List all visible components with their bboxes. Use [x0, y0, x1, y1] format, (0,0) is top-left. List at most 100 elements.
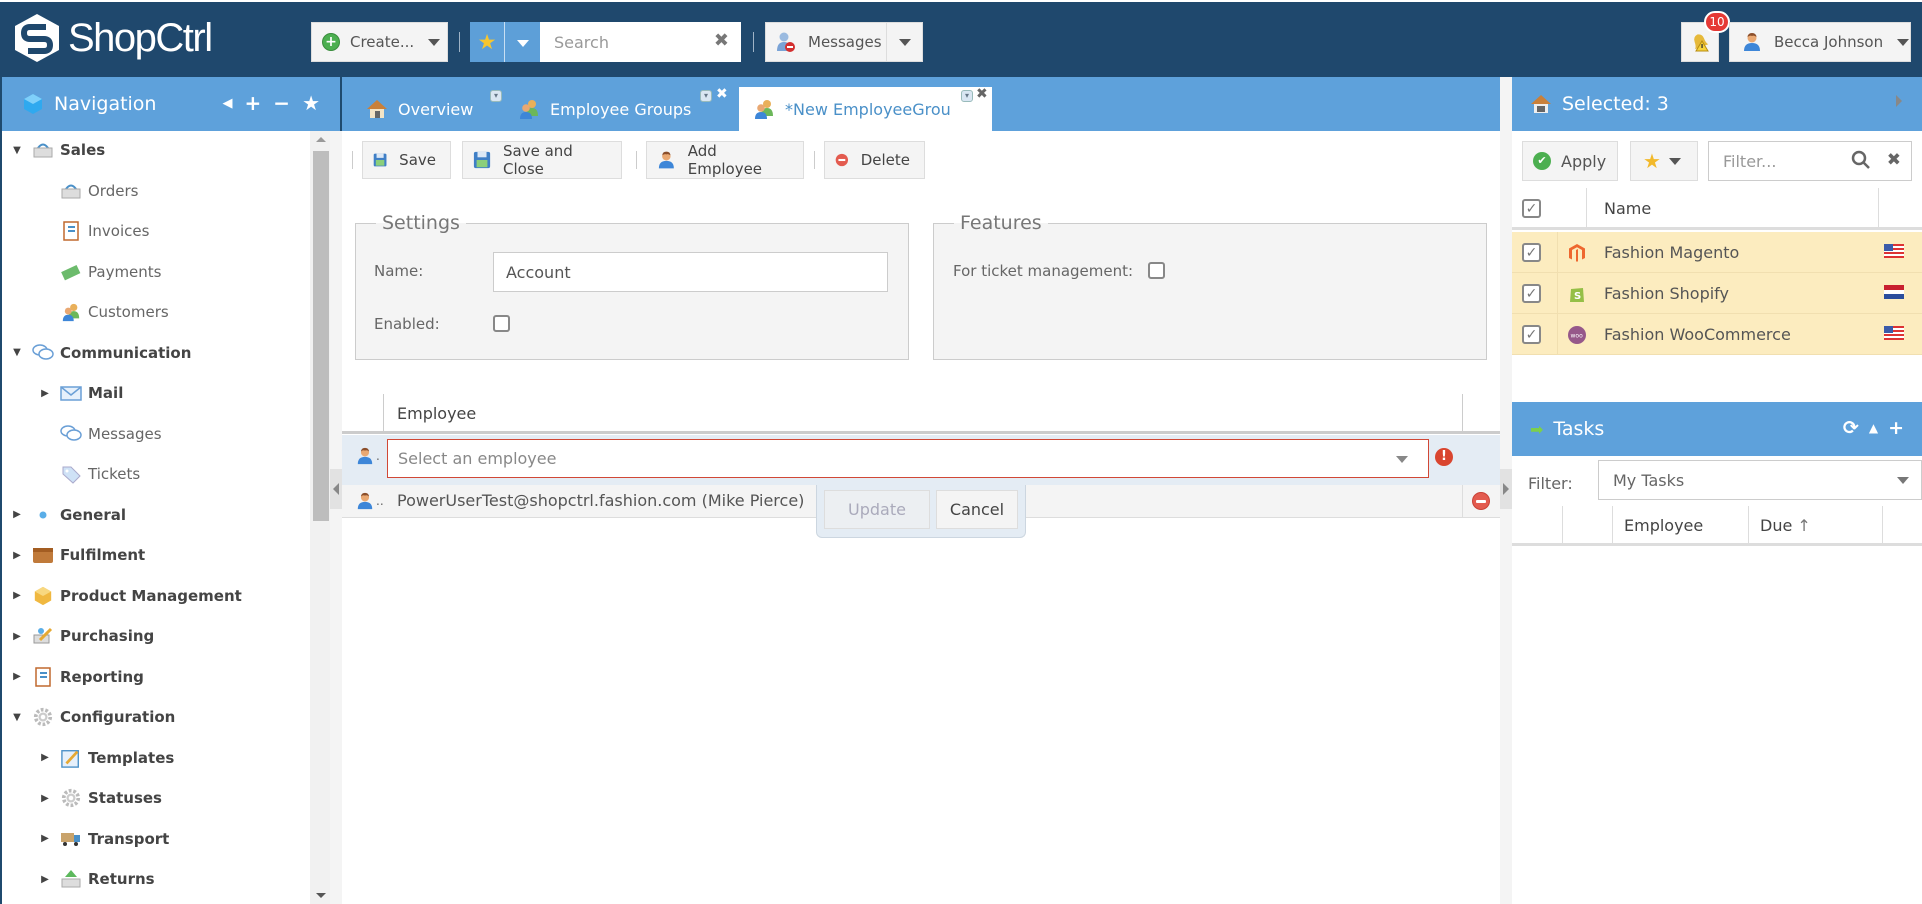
search-input[interactable]: Search ✖ [540, 22, 741, 62]
favorites-filter-button[interactable]: ★ [1630, 141, 1698, 181]
tab-employee-groups[interactable]: Employee Groups ▾ ✖ [518, 86, 746, 131]
apply-button[interactable]: ✔ Apply [1522, 141, 1618, 181]
delete-button[interactable]: Delete [824, 141, 925, 179]
collapsed-arrow-icon[interactable]: ▶ [38, 388, 52, 399]
tab-menu-icon[interactable]: ▾ [961, 90, 973, 102]
nav-item-returns[interactable]: ▶ Returns [38, 867, 155, 891]
nav-item-fulfilment[interactable]: ▶ Fulfilment [10, 543, 145, 567]
create-button[interactable]: + Create... [311, 22, 448, 62]
nav-item-general[interactable]: ▶ General [10, 503, 126, 527]
add-employee-button[interactable]: Add Employee [646, 141, 804, 179]
row-checkbox[interactable]: ✓ [1522, 284, 1541, 303]
table-row[interactable]: ✓ Fashion Magento [1512, 232, 1922, 273]
settings-legend: Settings [382, 212, 460, 234]
name-input[interactable]: Account [493, 252, 888, 292]
search-icon[interactable] [1851, 150, 1871, 170]
nav-item-templates[interactable]: ▶ Templates [38, 746, 174, 770]
close-tab-icon[interactable]: ✖ [716, 86, 728, 102]
collapsed-arrow-icon[interactable]: ▶ [10, 550, 24, 561]
collapsed-arrow-icon[interactable]: ▶ [38, 752, 52, 763]
table-row[interactable]: ✓ woo Fashion WooCommerce [1512, 314, 1922, 355]
user-menu-button[interactable]: Becca Johnson [1729, 22, 1911, 62]
chat-icon [32, 343, 54, 363]
favorites-dropdown[interactable] [505, 33, 540, 51]
row-checkbox[interactable]: ✓ [1522, 325, 1541, 344]
search-placeholder: Search [554, 32, 609, 52]
task-filter-select[interactable]: My Tasks [1598, 460, 1922, 500]
collapsed-arrow-icon[interactable]: ▶ [10, 631, 24, 642]
enabled-checkbox[interactable] [493, 315, 510, 332]
update-button[interactable]: Update [824, 490, 930, 529]
employee-column-header[interactable]: Employee [397, 404, 476, 423]
table-row[interactable]: ✓ S Fashion Shopify [1512, 273, 1922, 314]
collapse-up-icon[interactable]: ▲ [1869, 421, 1878, 435]
select-all-checkbox[interactable]: ✓ [1522, 199, 1541, 218]
expand-panel-icon[interactable] [1896, 95, 1902, 107]
collapse-left-handle[interactable] [330, 469, 342, 509]
expanded-arrow-icon[interactable]: ▼ [10, 145, 24, 156]
tab-menu-icon[interactable]: ▾ [700, 90, 712, 102]
collapse-right-handle[interactable] [1500, 469, 1512, 509]
collapsed-arrow-icon[interactable]: ▶ [38, 793, 52, 804]
nav-item-product-management[interactable]: ▶ Product Management [10, 584, 242, 608]
favorites-star-icon[interactable]: ★ [302, 91, 320, 117]
collapsed-arrow-icon[interactable]: ▶ [10, 509, 24, 520]
save-button[interactable]: Save [362, 141, 451, 179]
collapsed-arrow-icon[interactable]: ▶ [10, 590, 24, 601]
nav-item-label: Transport [88, 829, 170, 848]
nav-item-orders[interactable]: Orders [38, 179, 138, 203]
collapsed-arrow-icon[interactable]: ▶ [10, 671, 24, 682]
employee-select[interactable]: Select an employee [387, 439, 1429, 478]
navigation-scrollbar[interactable] [310, 131, 332, 904]
expanded-arrow-icon[interactable]: ▼ [10, 712, 24, 723]
due-column-header[interactable]: Due ↑ [1760, 516, 1811, 535]
shopify-icon: S [1570, 288, 1584, 302]
collapse-all-icon[interactable]: − [273, 91, 290, 117]
ticket-management-checkbox[interactable] [1148, 262, 1165, 279]
scroll-down-icon[interactable] [316, 893, 326, 898]
nav-item-communication[interactable]: ▼ Communication [10, 341, 191, 365]
clear-search-icon[interactable]: ✖ [714, 30, 729, 51]
save-and-close-button[interactable]: Save and Close [462, 141, 622, 179]
messages-button[interactable]: Messages [765, 22, 923, 62]
nav-item-reporting[interactable]: ▶ Reporting [10, 665, 144, 689]
tab-menu-icon[interactable]: ▾ [490, 90, 502, 102]
chevron-down-icon [1897, 477, 1909, 484]
app-logo[interactable]: ShopCtrl [12, 12, 213, 64]
nav-item-statuses[interactable]: ▶ Statuses [38, 786, 162, 810]
expanded-arrow-icon[interactable]: ▼ [10, 347, 24, 358]
filter-input[interactable]: Filter... ✖ [1708, 141, 1912, 181]
nav-item-transport[interactable]: ▶ Transport [38, 827, 169, 851]
favorites-button[interactable]: ★ [470, 22, 540, 62]
remove-row-icon[interactable] [1472, 492, 1490, 510]
cancel-button[interactable]: Cancel [936, 490, 1018, 529]
clear-filter-icon[interactable]: ✖ [1887, 150, 1901, 170]
validation-error-icon: ! [1435, 448, 1453, 466]
employee-column-header[interactable]: Employee [1624, 516, 1703, 535]
nav-item-customers[interactable]: Customers [38, 300, 169, 324]
tab-overview[interactable]: Overview ▾ [366, 87, 506, 131]
row-checkbox[interactable]: ✓ [1522, 243, 1541, 262]
close-tab-icon[interactable]: ✖ [976, 86, 988, 102]
collapse-panel-icon[interactable]: ◀ [223, 91, 233, 117]
scroll-up-icon[interactable] [316, 137, 326, 142]
nav-item-purchasing[interactable]: ▶ Purchasing [10, 624, 154, 648]
collapsed-arrow-icon[interactable]: ▶ [38, 874, 52, 885]
expand-all-icon[interactable]: + [245, 91, 262, 117]
collapsed-arrow-icon[interactable]: ▶ [38, 833, 52, 844]
truck-icon [60, 829, 82, 849]
nav-item-sales[interactable]: ▼ Sales [10, 138, 105, 162]
nav-item-invoices[interactable]: Invoices [38, 219, 149, 243]
nav-item-mail[interactable]: ▶ Mail [38, 381, 123, 405]
nav-item-tickets[interactable]: Tickets [38, 462, 140, 486]
nav-item-messages[interactable]: Messages [38, 422, 162, 446]
nav-item-configuration[interactable]: ▼ Configuration [10, 705, 175, 729]
nav-item-payments[interactable]: Payments [38, 260, 161, 284]
refresh-icon[interactable]: ⟳ [1843, 417, 1859, 439]
tab-new-employee-group[interactable]: *New EmployeeGrou ▾ ✖ [739, 86, 992, 131]
left-splitter[interactable] [330, 131, 342, 904]
add-task-icon[interactable]: + [1888, 417, 1904, 439]
name-column-header[interactable]: Name [1604, 199, 1651, 218]
messages-dropdown[interactable] [886, 23, 922, 61]
scrollbar-thumb[interactable] [313, 151, 329, 521]
